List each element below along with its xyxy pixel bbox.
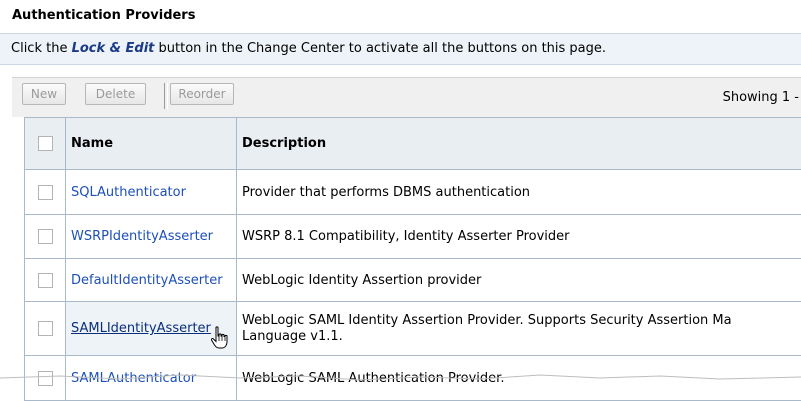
description-column-header[interactable]: Description: [237, 118, 801, 170]
providers-table: Name Description SQLAuthenticator Provid…: [24, 117, 801, 401]
description-cell: WebLogic SAML Identity Assertion Provide…: [237, 302, 801, 356]
description-line: Language v1.1.: [242, 329, 801, 345]
row-checkbox-cell: [25, 170, 66, 215]
row-checkbox[interactable]: [38, 185, 53, 200]
name-cell: SQLAuthenticator: [66, 170, 237, 215]
toolbar-separator: [164, 83, 168, 109]
table-header-row: Name Description: [25, 118, 801, 170]
reorder-button[interactable]: Reorder: [170, 83, 234, 105]
torn-edge-decoration: [0, 372, 801, 389]
table-row: DefaultIdentityAsserter WebLogic Identit…: [25, 259, 801, 302]
name-cell: SAMLIdentityAsserter: [66, 302, 237, 356]
row-checkbox-cell: [25, 259, 66, 302]
name-cell: DefaultIdentityAsserter: [66, 259, 237, 302]
provider-link[interactable]: WSRPIdentityAsserter: [71, 229, 213, 244]
table-row: SAMLIdentityAsserter WebLogic SAML Ident…: [25, 302, 801, 356]
provider-link[interactable]: SAMLIdentityAsserter: [71, 321, 211, 336]
name-cell: WSRPIdentityAsserter: [66, 215, 237, 259]
description-line: WebLogic SAML Identity Assertion Provide…: [242, 313, 801, 329]
description-cell: WSRP 8.1 Compatibility, Identity Asserte…: [237, 215, 801, 259]
provider-link[interactable]: DefaultIdentityAsserter: [71, 273, 223, 288]
table-row: WSRPIdentityAsserter WSRP 8.1 Compatibil…: [25, 215, 801, 259]
info-message: Click the Lock & Edit button in the Chan…: [0, 33, 801, 65]
delete-button[interactable]: Delete: [85, 83, 146, 105]
row-checkbox-cell: [25, 215, 66, 259]
description-cell: Provider that performs DBMS authenticati…: [237, 170, 801, 215]
description-cell: WebLogic Identity Assertion provider: [237, 259, 801, 302]
table-toolbar: New Delete Reorder Showing 1 -: [12, 77, 801, 117]
lock-edit-label: Lock & Edit: [72, 41, 155, 56]
info-text-suffix: button in the Change Center to activate …: [154, 41, 606, 56]
row-checkbox-cell: [25, 302, 66, 356]
row-checkbox[interactable]: [38, 321, 53, 336]
row-checkbox[interactable]: [38, 229, 53, 244]
provider-link[interactable]: SQLAuthenticator: [71, 185, 186, 200]
new-button[interactable]: New: [22, 83, 66, 105]
info-text-prefix: Click the: [11, 41, 72, 56]
pagination-showing: Showing 1 -: [723, 90, 799, 105]
select-all-checkbox[interactable]: [38, 136, 53, 151]
page-title: Authentication Providers: [12, 8, 195, 23]
table-row: SQLAuthenticator Provider that performs …: [25, 170, 801, 215]
select-all-cell: [25, 118, 66, 170]
name-column-header[interactable]: Name: [66, 118, 237, 170]
row-checkbox[interactable]: [38, 273, 53, 288]
